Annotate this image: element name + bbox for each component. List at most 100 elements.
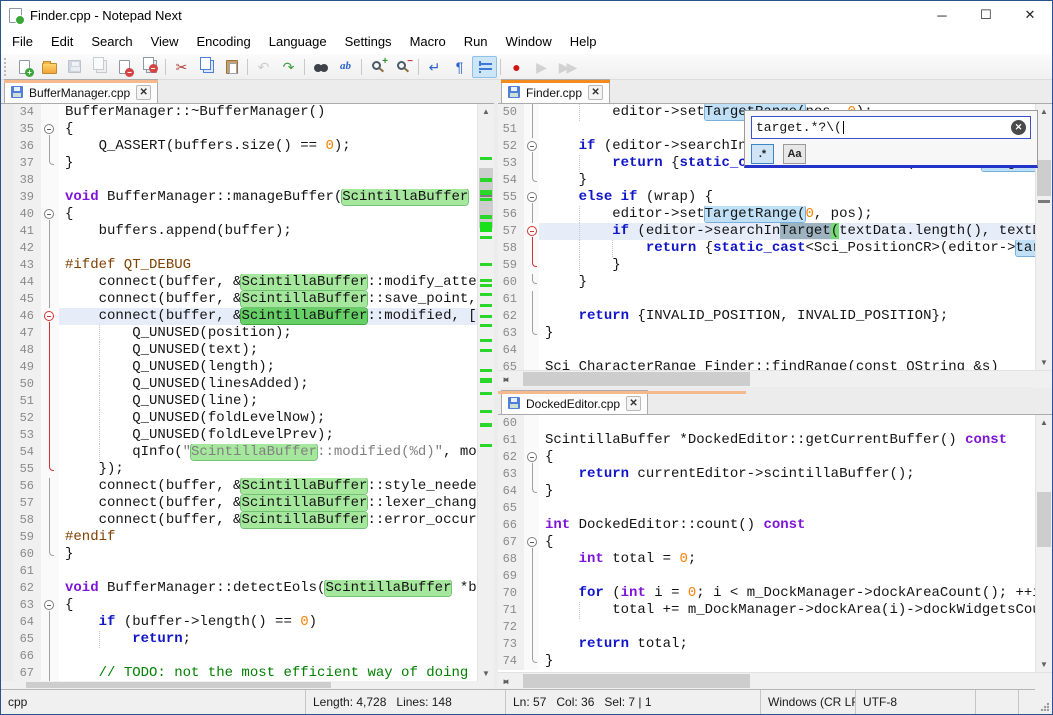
cut-icon: ✂ [176,60,188,74]
paste-button[interactable] [219,56,244,78]
open-file-icon [42,63,57,74]
tab-close-icon[interactable]: ✕ [626,396,641,411]
change-marker [480,293,492,296]
record-macro-icon: ● [512,60,520,74]
zoom-out-button[interactable]: − [390,56,415,78]
indent-guide-icon [479,61,492,73]
menu-language[interactable]: Language [260,31,336,52]
scrollbar-thumb[interactable] [1037,160,1051,196]
open-file-button[interactable] [37,56,62,78]
code-line-62: 62 return {INVALID_POSITION, INVALID_POS… [498,308,1035,325]
status-spare-1[interactable] [976,690,1019,714]
vertical-scrollbar[interactable]: ▲▼ [477,104,494,681]
code-line-61: 61ScintillaBuffer *DockedEditor::getCurr… [498,432,1035,449]
menu-macro[interactable]: Macro [401,31,455,52]
code-editor[interactable]: 34BufferManager::~BufferManager()35{36 Q… [1,104,477,681]
change-marker [480,444,492,447]
close-file-button[interactable]: − [112,56,137,78]
tab-close-icon[interactable]: ✕ [588,85,603,100]
replace-button[interactable]: ab [333,56,358,78]
tab-bar: Finder.cpp✕ [498,80,1052,104]
tab-close-icon[interactable]: ✕ [136,85,151,100]
change-marker [480,339,492,342]
scrollbar-thumb[interactable] [1037,492,1051,547]
code-line-39: 39void BufferManager::manageBuffer(Scint… [1,189,477,206]
indent-guide-button[interactable] [472,56,497,78]
menu-run[interactable]: Run [455,31,497,52]
pane-finder: Finder.cpp✕50 editor->setTargetRange(pos… [498,80,1052,387]
toolbar-separator [247,59,248,75]
minimize-button[interactable]: ─ [920,1,964,29]
menu-window[interactable]: Window [497,31,561,52]
menu-search[interactable]: Search [82,31,141,52]
code-line-49: 49 Q_UNUSED(length); [1,359,477,376]
maximize-button[interactable]: ☐ [964,1,1008,29]
regex-toggle[interactable]: .* [751,144,774,164]
code-line-35: 35{ [1,121,477,138]
tab-buffermanager-cpp[interactable]: BufferManager.cpp✕ [4,79,158,103]
run-macro-multiple-button[interactable]: ▶▶ [554,56,579,78]
code-line-51: 51 Q_UNUSED(line); [1,393,477,410]
right-column: Finder.cpp✕50 editor->setTargetRange(pos… [498,80,1052,689]
word-wrap-button[interactable]: ↵ [422,56,447,78]
resize-grip[interactable] [1040,702,1049,711]
code-line-72: 72 [498,619,1035,636]
zoom-in-icon [372,61,381,70]
menu-view[interactable]: View [142,31,188,52]
code-line-61: 61 [1,563,477,580]
show-all-characters-button[interactable]: ¶ [447,56,472,78]
menu-edit[interactable]: Edit [42,31,82,52]
scrollbar-thumb[interactable] [523,372,750,386]
code-line-74: 74} [498,653,1035,670]
menu-help[interactable]: Help [561,31,606,52]
code-line-63: 63} [498,325,1035,342]
search-input[interactable]: target.*?\(✕ [751,116,1031,139]
status-spare-2[interactable] [1019,690,1052,714]
code-line-67: 67{ [498,534,1035,551]
status-document-stats[interactable]: Length: 4,728 Lines: 148 [306,690,506,714]
toolbar-separator [165,59,166,75]
vertical-scrollbar[interactable]: ▲▼ [1035,415,1052,672]
clear-search-icon[interactable]: ✕ [1011,120,1026,135]
code-editor[interactable]: 6061ScintillaBuffer *DockedEditor::getCu… [498,415,1035,672]
close-all-button[interactable]: − [137,56,162,78]
tab-finder-cpp[interactable]: Finder.cpp✕ [501,79,610,103]
status-eol-format[interactable]: Windows (CR LF) [761,690,856,714]
horizontal-scrollbar[interactable]: ◄► [498,370,1052,387]
status-encoding[interactable]: UTF-8 [856,690,976,714]
redo-button[interactable]: ↷ [276,56,301,78]
play-macro-button[interactable]: ▶ [529,56,554,78]
tab-dockededitor-cpp[interactable]: DockedEditor.cpp✕ [501,390,648,414]
record-macro-button[interactable]: ● [504,56,529,78]
code-line-60: 60} [1,546,477,563]
menu-settings[interactable]: Settings [336,31,401,52]
close-button[interactable]: ✕ [1008,1,1052,29]
new-file-button[interactable]: + [12,56,37,78]
code-line-64: 64 if (buffer->length() == 0) [1,614,477,631]
menu-file[interactable]: File [3,31,42,52]
toolbar-separator [418,59,419,75]
change-marker [480,263,492,266]
toolbar-grip [4,58,8,76]
status-cursor-position[interactable]: Ln: 57 Col: 36 Sel: 7 | 1 [506,690,761,714]
code-line-69: 69 [498,568,1035,585]
menu-encoding[interactable]: Encoding [188,31,260,52]
zoom-in-button[interactable]: + [365,56,390,78]
horizontal-scrollbar[interactable]: ◄► [498,672,1052,689]
horizontal-scrollbar[interactable] [1,681,494,689]
change-marker [480,378,492,383]
change-marker [480,315,492,318]
code-line-56: 56 editor->setTargetRange(0, pos); [498,206,1035,223]
save-all-button[interactable] [87,56,112,78]
save-file-button[interactable] [62,56,87,78]
copy-button[interactable] [194,56,219,78]
code-line-65: 65 [498,500,1035,517]
cut-button[interactable]: ✂ [169,56,194,78]
status-language[interactable]: cpp [1,690,306,714]
undo-button[interactable]: ↶ [251,56,276,78]
scrollbar-thumb[interactable] [523,674,750,688]
match-case-toggle[interactable]: Aa [783,144,806,164]
find-button[interactable] [308,56,333,78]
pane-dockededitor: DockedEditor.cpp✕6061ScintillaBuffer *Do… [498,391,1052,689]
menubar: FileEditSearchViewEncodingLanguageSettin… [1,29,1052,54]
